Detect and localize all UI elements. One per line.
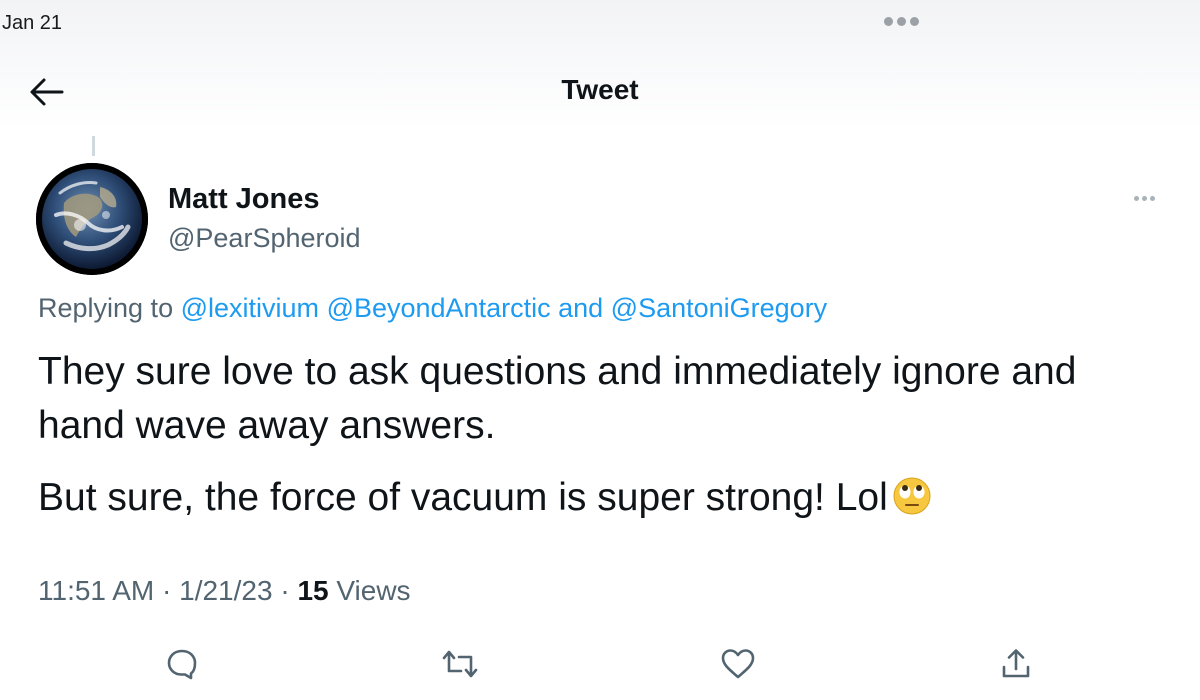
page-title: Tweet [561, 74, 639, 105]
replying-to-label: Replying to [38, 293, 174, 323]
heart-icon [721, 649, 755, 679]
nav-header: Tweet [0, 60, 1200, 130]
status-bar: Jan 21 [0, 0, 1200, 60]
reply-button[interactable] [162, 644, 202, 684]
share-icon [1002, 649, 1030, 678]
mention-link[interactable]: @lexitivium [181, 293, 319, 323]
thread-connector [92, 136, 95, 156]
retweet-icon [442, 650, 478, 678]
tweet-time[interactable]: 11:51 AM [38, 575, 154, 606]
avatar[interactable] [36, 163, 148, 275]
eye-roll-emoji [893, 477, 931, 515]
tweet-page: Jan 21 Tweet Matt Jones @PearSpheroid Re… [0, 0, 1200, 700]
ellipsis-icon[interactable] [884, 17, 919, 26]
views-label[interactable]: Views [336, 575, 410, 606]
mention-link[interactable]: @SantoniGregory [611, 293, 828, 323]
meta-separator: · [162, 575, 172, 606]
author-handle[interactable]: @PearSpheroid [168, 223, 361, 254]
replying-to-joiner[interactable]: and [558, 293, 603, 323]
share-button[interactable] [996, 644, 1036, 684]
comment-icon [167, 649, 197, 680]
status-date: Jan 21 [2, 12, 63, 34]
tweet-paragraph: They sure love to ask questions and imme… [38, 350, 1077, 447]
tweet-date[interactable]: 1/21/23 [179, 575, 272, 606]
replying-to: Replying to @lexitivium @BeyondAntarctic… [38, 293, 827, 324]
more-options-button[interactable] [1134, 196, 1155, 201]
mention-link[interactable]: @BeyondAntarctic [327, 293, 551, 323]
retweet-button[interactable] [440, 644, 480, 684]
action-bar [0, 640, 1200, 688]
like-button[interactable] [718, 644, 758, 684]
tweet-paragraph-with-emoji: But sure, the force of vacuum is super s… [38, 471, 1168, 525]
earth-globe-avatar [36, 163, 148, 275]
tweet-paragraph: But sure, the force of vacuum is super s… [38, 476, 888, 519]
author-name[interactable]: Matt Jones [168, 183, 319, 216]
tweet-meta: 11:51 AM · 1/21/23 · 15 Views [38, 575, 411, 607]
views-count[interactable]: 15 [297, 575, 328, 606]
meta-separator: · [280, 575, 290, 606]
tweet-text: They sure love to ask questions and imme… [38, 345, 1168, 525]
